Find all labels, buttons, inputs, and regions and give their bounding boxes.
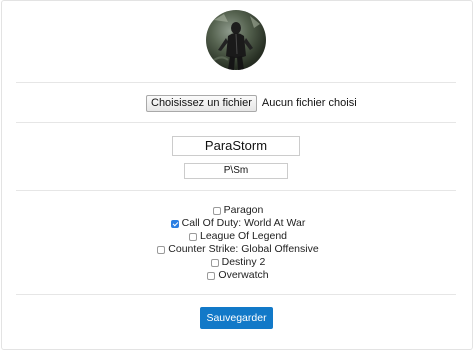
divider (16, 122, 456, 123)
profile-form: Choisissez un fichier Aucun fichier choi… (1, 0, 473, 350)
checkbox[interactable] (210, 258, 219, 267)
divider (16, 294, 456, 295)
game-label: Destiny 2 (221, 256, 266, 268)
game-label: Call Of Duty: World At War (181, 217, 306, 229)
username-input[interactable]: ParaStorm (172, 136, 300, 156)
save-button[interactable]: Sauvegarder (200, 307, 273, 329)
checkbox[interactable] (207, 271, 216, 280)
divider (16, 190, 456, 191)
game-option-call-of-duty[interactable]: Call Of Duty: World At War (2, 217, 474, 230)
checkbox[interactable] (189, 232, 197, 241)
game-option-counter-strike[interactable]: Counter Strike: Global Offensive (2, 243, 474, 256)
game-label: League Of Legend (200, 230, 287, 242)
game-option-overwatch[interactable]: Overwatch (2, 269, 474, 282)
avatar (206, 10, 266, 70)
choose-file-button[interactable]: Choisissez un fichier (146, 94, 257, 112)
checkbox[interactable] (212, 206, 221, 215)
avatar-image (210, 14, 260, 70)
game-option-destiny-2[interactable]: Destiny 2 (2, 256, 474, 269)
game-label: Overwatch (218, 269, 269, 281)
file-status-text: Aucun fichier choisi (261, 97, 357, 109)
game-label: Counter Strike: Global Offensive (168, 243, 319, 255)
game-label: Paragon (223, 204, 264, 216)
divider (16, 82, 456, 83)
game-option-league-of-legend[interactable]: League Of Legend (2, 230, 474, 243)
game-option-paragon[interactable]: Paragon (2, 204, 474, 217)
checkbox-checked[interactable] (170, 219, 179, 228)
checkbox[interactable] (157, 245, 166, 254)
tag-input[interactable]: P\Sm (184, 163, 288, 179)
games-list: Paragon Call Of Duty: World At War Leagu… (2, 204, 474, 282)
avatar-upload: Choisissez un fichier Aucun fichier choi… (146, 94, 357, 112)
